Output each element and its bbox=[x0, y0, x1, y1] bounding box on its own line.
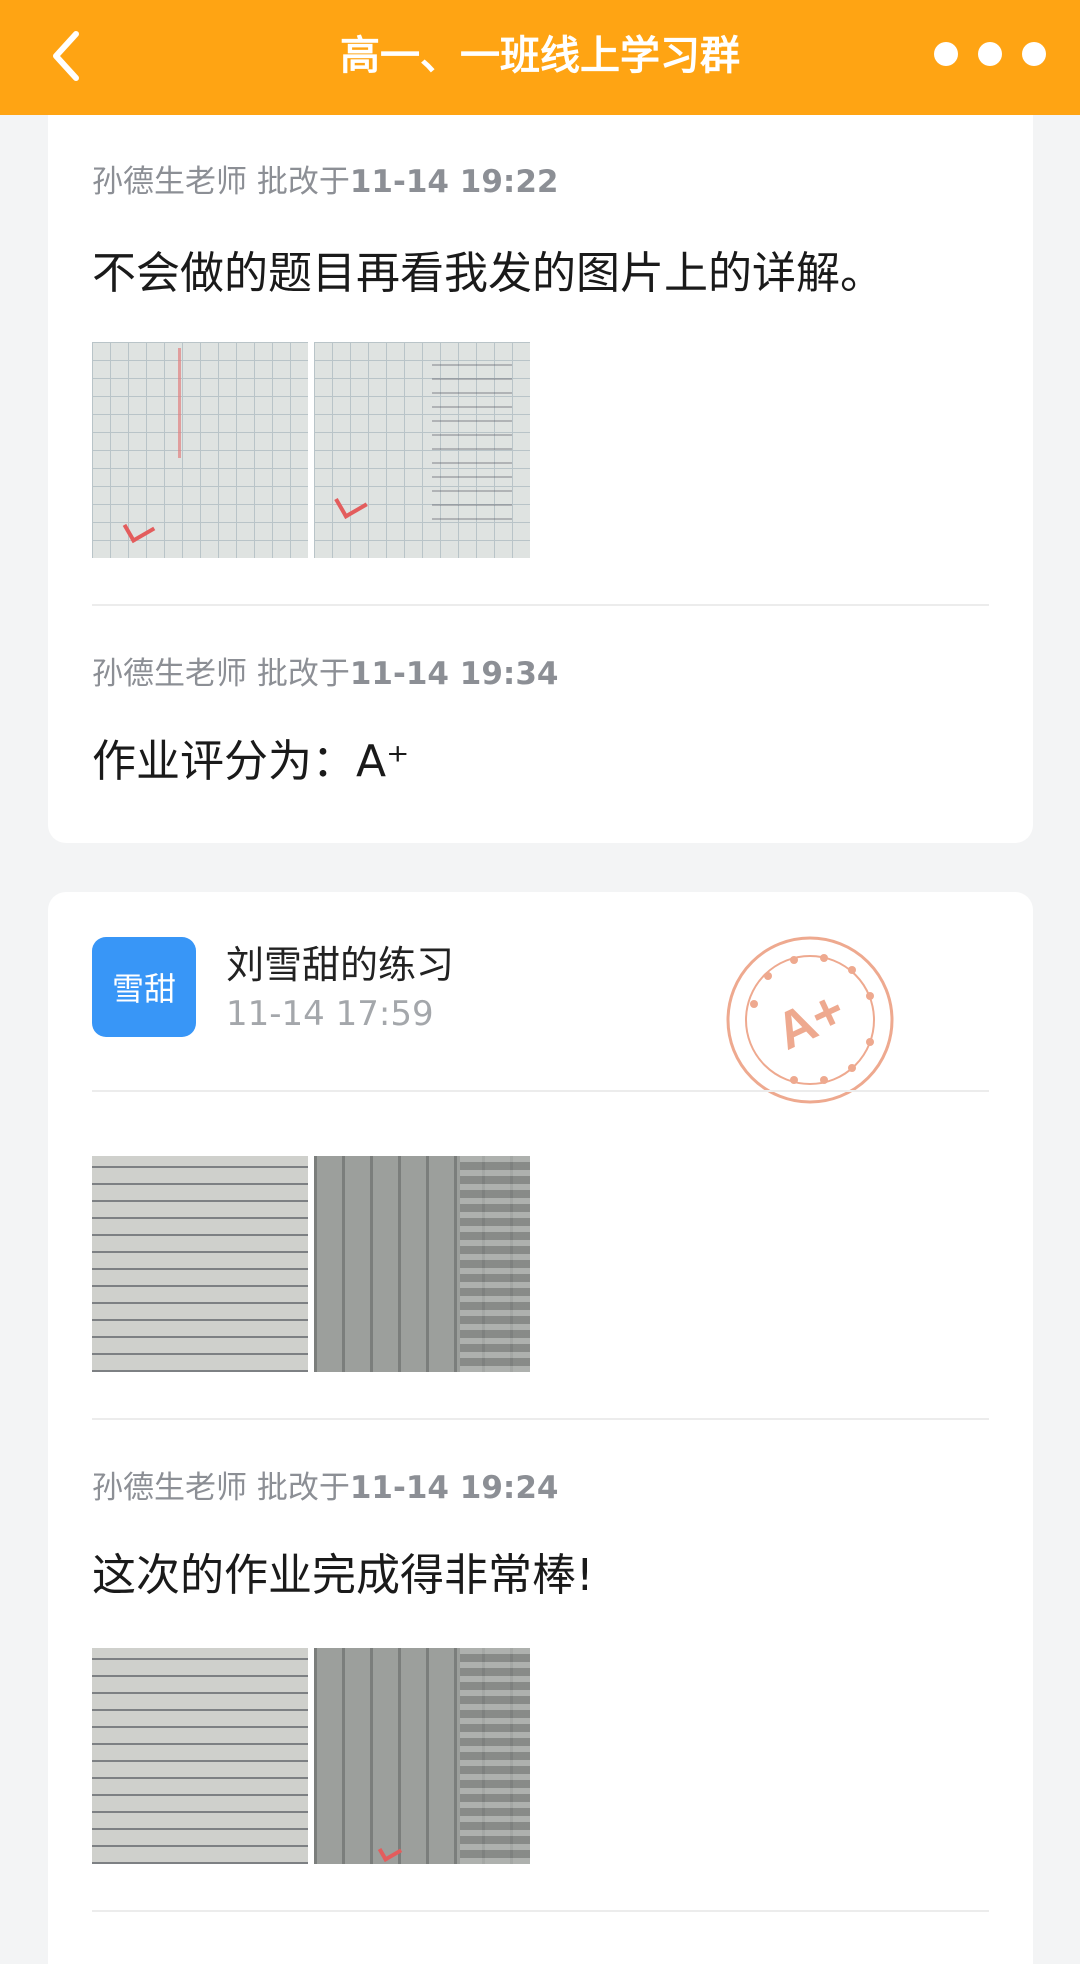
review-time: 11-14 19:24 bbox=[349, 1470, 559, 1506]
exercise-image[interactable] bbox=[92, 1156, 308, 1372]
grade-stamp-icon: A+ bbox=[726, 936, 894, 1104]
dot-icon bbox=[1022, 42, 1046, 66]
exercise-title[interactable]: 刘雪甜的练习 bbox=[226, 940, 454, 990]
review-meta: 孙德生老师 批改于11-14 19:34 bbox=[92, 654, 558, 694]
exercise-card: 雪甜 刘雪甜的练习 11-14 17:59 A+ 孙德生老师 批改于11-14 … bbox=[48, 892, 1033, 1964]
review-time: 11-14 19:34 bbox=[349, 656, 559, 692]
dot-icon bbox=[934, 42, 958, 66]
stamp-grade: A+ bbox=[767, 980, 853, 1061]
review-meta: 孙德生老师 批改于11-14 19:24 bbox=[92, 1468, 558, 1508]
review-image[interactable] bbox=[314, 342, 530, 558]
divider bbox=[92, 604, 989, 606]
more-dots-icon[interactable] bbox=[934, 38, 1046, 70]
divider bbox=[92, 1418, 989, 1420]
review-teacher: 孙德生老师 批改于 bbox=[92, 1470, 350, 1506]
review-message: 这次的作业完成得非常棒! bbox=[92, 1550, 594, 1601]
review-meta: 孙德生老师 批改于11-14 19:22 bbox=[92, 162, 558, 202]
exercise-image[interactable] bbox=[314, 1156, 530, 1372]
review-teacher: 孙德生老师 批改于 bbox=[92, 656, 350, 692]
top-bar: 高一、一班线上学习群 bbox=[0, 0, 1080, 115]
avatar[interactable]: 雪甜 bbox=[92, 937, 196, 1037]
dot-icon bbox=[978, 42, 1002, 66]
exercise-time: 11-14 17:59 bbox=[226, 994, 434, 1034]
review-message: 作业评分为：A⁺ bbox=[92, 736, 410, 787]
review-card: 孙德生老师 批改于11-14 19:22 不会做的题目再看我发的图片上的详解。 … bbox=[48, 100, 1033, 843]
divider bbox=[92, 1910, 989, 1912]
divider bbox=[92, 1090, 989, 1092]
review-image[interactable] bbox=[314, 1648, 530, 1864]
review-teacher: 孙德生老师 批改于 bbox=[92, 164, 350, 200]
page-title: 高一、一班线上学习群 bbox=[340, 33, 740, 79]
review-message: 不会做的题目再看我发的图片上的详解。 bbox=[92, 248, 884, 299]
review-image[interactable] bbox=[92, 1648, 308, 1864]
review-time: 11-14 19:22 bbox=[349, 164, 559, 200]
review-image[interactable] bbox=[92, 342, 308, 558]
